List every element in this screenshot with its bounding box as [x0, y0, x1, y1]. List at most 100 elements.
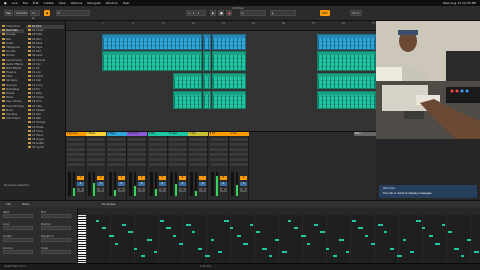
midi-note[interactable] [128, 231, 133, 233]
midi-note[interactable] [204, 255, 210, 257]
clip-slot[interactable] [87, 143, 106, 146]
midi-clip[interactable] [212, 51, 246, 71]
track-name[interactable]: 1 Drums [66, 132, 86, 136]
midi-note[interactable] [140, 255, 145, 257]
signature-field[interactable]: 4 / 4 [30, 10, 40, 20]
clip-slot[interactable] [169, 163, 187, 166]
track-activator-button[interactable]: 9 [240, 176, 248, 180]
clip-slot[interactable] [107, 138, 126, 141]
midi-note[interactable] [262, 248, 268, 250]
clip-field-input[interactable] [3, 250, 33, 254]
volume-fader[interactable] [231, 172, 235, 196]
arm-button[interactable]: ● [199, 188, 207, 192]
volume-fader[interactable] [88, 172, 92, 196]
midi-clip[interactable] [102, 34, 202, 50]
clip-slot[interactable] [67, 158, 85, 161]
clip-field-input[interactable] [3, 238, 33, 242]
clip-slot[interactable] [67, 163, 85, 166]
volume-fader[interactable] [68, 172, 71, 196]
clip-slot[interactable] [67, 143, 85, 146]
clip-slot[interactable] [87, 158, 106, 161]
clip-slot[interactable] [209, 163, 228, 166]
midi-note[interactable] [422, 227, 426, 229]
midi-note[interactable] [377, 224, 383, 226]
volume-fader[interactable] [170, 172, 173, 196]
midi-clip[interactable] [203, 73, 211, 89]
midi-note[interactable] [435, 243, 441, 245]
track-activator-button[interactable]: 7 [199, 176, 207, 180]
clip-slot[interactable] [87, 148, 106, 151]
midi-note[interactable] [352, 220, 356, 222]
solo-button[interactable]: S [199, 182, 207, 186]
arm-button[interactable]: ● [179, 188, 186, 192]
arrangement-view[interactable]: 191725334149576573 Create a Locator [66, 21, 376, 135]
midi-note[interactable] [243, 243, 249, 245]
midi-note[interactable] [179, 243, 184, 245]
record-button[interactable]: ● [226, 10, 232, 16]
track-name[interactable]: 2 Bass [86, 132, 107, 136]
midi-note[interactable] [236, 235, 241, 237]
clip-field-input[interactable] [41, 214, 71, 218]
clip-field-input[interactable] [3, 214, 33, 218]
track-activator-button[interactable]: 4 [138, 176, 146, 180]
solo-button[interactable]: S [117, 182, 125, 186]
clip-slot[interactable] [169, 143, 187, 146]
midi-note-editor[interactable] [86, 215, 480, 264]
midi-note[interactable] [147, 239, 153, 241]
midi-note[interactable] [96, 220, 99, 222]
clip-slot[interactable] [209, 153, 228, 156]
midi-note[interactable] [198, 248, 203, 250]
midi-note[interactable] [108, 235, 114, 237]
clip-slot[interactable] [128, 153, 147, 156]
tab-clip[interactable]: Clip [4, 202, 13, 207]
clip-slot[interactable] [169, 138, 187, 141]
midi-note[interactable] [364, 235, 368, 237]
clip-slot[interactable] [67, 138, 85, 141]
menu-item-options[interactable]: Options [71, 1, 83, 5]
position-field[interactable]: 1 . 1 . 1 [186, 10, 206, 16]
midi-note[interactable] [467, 239, 472, 241]
midi-note[interactable] [166, 227, 172, 229]
volume-fader[interactable] [190, 172, 194, 196]
midi-note[interactable] [448, 231, 452, 233]
tab-notes[interactable]: Notes [20, 202, 32, 207]
track-activator-button[interactable]: 5 [158, 176, 166, 180]
clip-field-input[interactable] [41, 226, 71, 230]
clip-slot[interactable] [189, 158, 208, 161]
solo-button[interactable]: S [77, 182, 84, 186]
browser-place-item[interactable]: Add Folder... [0, 117, 24, 121]
track-name[interactable]: 5 Pad [147, 132, 168, 136]
arm-button[interactable]: ● [117, 188, 125, 192]
apple-icon[interactable]: ● [4, 1, 7, 5]
midi-note[interactable] [307, 243, 311, 245]
midi-note[interactable] [288, 220, 291, 222]
clip-field-input[interactable] [41, 238, 71, 242]
midi-note[interactable] [153, 251, 157, 253]
arm-button[interactable]: ● [97, 188, 105, 192]
midi-note[interactable] [403, 239, 407, 241]
solo-button[interactable]: S [219, 182, 227, 186]
midi-note[interactable] [409, 251, 414, 253]
clip-slot[interactable] [87, 138, 106, 141]
clip-slot[interactable] [128, 163, 147, 166]
midi-note[interactable] [339, 239, 345, 241]
main-track-header[interactable]: Main [354, 132, 376, 136]
clip-slot[interactable] [189, 153, 208, 156]
midi-note[interactable] [115, 243, 119, 245]
solo-button[interactable]: S [97, 182, 105, 186]
clip-slot[interactable] [169, 158, 187, 161]
midi-note[interactable] [441, 224, 445, 226]
midi-note[interactable] [371, 243, 376, 245]
midi-note[interactable] [320, 231, 325, 233]
track-name[interactable]: 9 Vox [229, 132, 250, 136]
tab-envelopes[interactable]: Envelopes [100, 202, 117, 207]
midi-note[interactable] [275, 239, 280, 241]
volume-fader[interactable] [129, 172, 133, 196]
midi-note[interactable] [224, 220, 229, 222]
midi-note[interactable] [416, 220, 421, 222]
midi-note[interactable] [390, 248, 395, 250]
midi-clip[interactable] [203, 91, 211, 109]
clip-slot[interactable] [209, 138, 228, 141]
menu-item-navigate[interactable]: Navigate [87, 1, 100, 5]
tap-button[interactable]: Tap [4, 10, 14, 16]
